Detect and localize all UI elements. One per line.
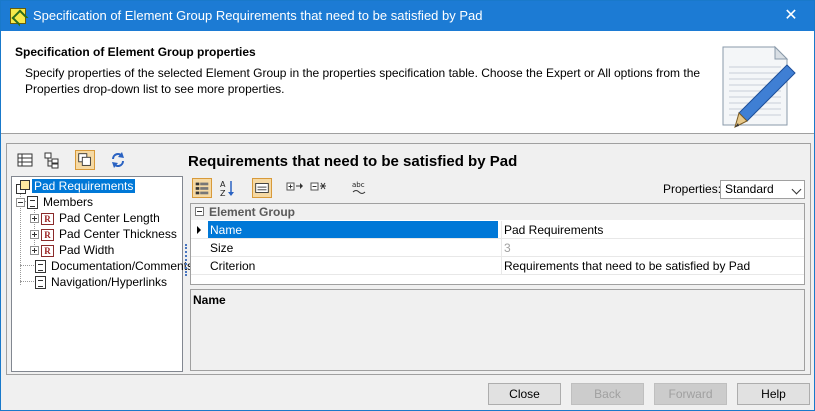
- tree-item-members[interactable]: Members: [16, 194, 95, 210]
- expand-icon[interactable]: [30, 246, 39, 256]
- description-pane: Name: [190, 289, 805, 371]
- expand-icon[interactable]: [30, 230, 39, 240]
- properties-dropdown-value: Standard: [725, 182, 774, 196]
- tree-item-pad-center-length[interactable]: R Pad Center Length: [30, 210, 162, 226]
- tree-item-label: Members: [43, 195, 94, 209]
- document-pencil-icon: [722, 45, 796, 128]
- page-icon: [35, 260, 46, 274]
- properties-table: Element Group Name Pad Requirements Size…: [190, 203, 805, 285]
- specification-tree[interactable]: Pad Requirements Members R Pad Center Len…: [11, 176, 193, 372]
- group-header-label: Element Group: [209, 205, 296, 219]
- row-pointer-icon: [197, 226, 201, 234]
- table-row[interactable]: Name Pad Requirements: [191, 221, 804, 239]
- tree-item-label: Pad Requirements: [32, 179, 136, 193]
- property-name[interactable]: Name: [208, 221, 498, 238]
- page-icon: [35, 276, 46, 290]
- requirement-icon: R: [41, 212, 54, 225]
- title-bar: Specification of Element Group Requireme…: [1, 1, 814, 31]
- tree-item-pad-center-thickness[interactable]: R Pad Center Thickness: [30, 226, 179, 242]
- specification-title: Requirements that need to be satisfied b…: [188, 153, 518, 170]
- tree-view-icon[interactable]: [42, 150, 62, 170]
- table-row[interactable]: Criterion Requirements that need to be s…: [191, 257, 804, 275]
- tree-item-navigation-hyperlinks[interactable]: Navigation/Hyperlinks: [35, 274, 169, 290]
- tree-item-pad-width[interactable]: R Pad Width: [30, 242, 116, 258]
- collapse-all-icon[interactable]: [309, 178, 329, 198]
- spell-check-icon[interactable]: abc: [350, 178, 370, 198]
- collapse-icon[interactable]: [16, 198, 25, 208]
- dialog-header: Specification of Element Group propertie…: [1, 31, 814, 134]
- collapse-icon[interactable]: [195, 207, 204, 216]
- svg-text:A: A: [220, 180, 226, 189]
- requirement-icon: R: [41, 244, 54, 257]
- svg-text:abc: abc: [352, 181, 365, 189]
- property-value[interactable]: Pad Requirements: [501, 221, 803, 238]
- sort-alphabetically-icon[interactable]: A Z: [217, 178, 237, 198]
- categorized-view-icon[interactable]: [192, 178, 212, 198]
- main-panel: Pad Requirements Members R Pad Center Len…: [6, 143, 811, 375]
- header-description: Specify properties of the selected Eleme…: [25, 66, 701, 96]
- tree-item-label: Documentation/Comments: [51, 259, 194, 273]
- tree-item-label: Pad Width: [59, 243, 115, 257]
- property-name[interactable]: Criterion: [208, 257, 498, 274]
- panel-splitter[interactable]: [185, 244, 188, 276]
- expand-all-icon[interactable]: [285, 178, 305, 198]
- element-group-icon: [16, 180, 30, 195]
- svg-text:Z: Z: [220, 189, 226, 198]
- tree-item-label: Pad Center Thickness: [59, 227, 177, 241]
- tree-item-label: Pad Center Length: [59, 211, 160, 225]
- help-button[interactable]: Help: [737, 383, 810, 405]
- page-icon: [27, 196, 38, 210]
- close-window-button[interactable]: ✕: [768, 1, 814, 31]
- requirement-icon: R: [41, 228, 54, 241]
- window-title: Specification of Element Group Requireme…: [33, 8, 483, 23]
- table-row[interactable]: Size 3: [191, 239, 804, 257]
- forward-button[interactable]: Forward: [654, 383, 727, 405]
- tree-item-label: Navigation/Hyperlinks: [51, 275, 168, 289]
- property-name[interactable]: Size: [208, 239, 498, 256]
- properties-label: Properties:: [663, 182, 722, 196]
- back-button[interactable]: Back: [571, 383, 644, 405]
- chevron-down-icon: [791, 184, 802, 195]
- description-pane-icon[interactable]: [252, 178, 272, 198]
- close-button[interactable]: Close: [488, 383, 561, 405]
- group-header-element-group[interactable]: Element Group: [191, 204, 804, 220]
- list-view-icon[interactable]: [15, 150, 35, 170]
- header-title: Specification of Element Group propertie…: [15, 45, 256, 59]
- property-value: 3: [501, 239, 803, 256]
- element-group-view-icon[interactable]: [75, 150, 95, 170]
- tree-item-pad-requirements[interactable]: Pad Requirements: [16, 178, 136, 195]
- property-value[interactable]: Requirements that need to be satisfied b…: [501, 257, 803, 274]
- properties-dropdown[interactable]: Standard: [720, 180, 805, 199]
- expand-icon[interactable]: [30, 214, 39, 224]
- specification-dialog: Specification of Element Group Requireme…: [0, 0, 815, 411]
- app-icon: [10, 8, 26, 24]
- refresh-icon[interactable]: [108, 150, 128, 170]
- description-label: Name: [193, 293, 226, 307]
- tree-item-documentation-comments[interactable]: Documentation/Comments: [35, 258, 195, 274]
